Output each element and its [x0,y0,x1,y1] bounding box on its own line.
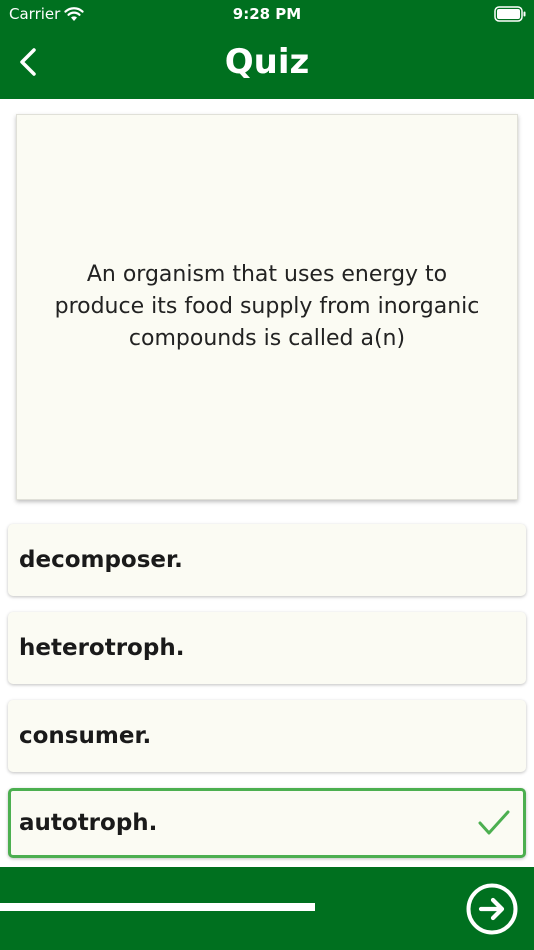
answer-option-2[interactable]: heterotroph. [8,612,526,684]
answer-label: decomposer. [19,547,183,573]
answer-option-1[interactable]: decomposer. [8,524,526,596]
answer-label: consumer. [19,723,152,749]
answer-label: autotroph. [19,810,158,836]
question-text: An organism that uses energy to produce … [54,262,480,351]
page-title: Quiz [224,42,310,82]
footer-bar [0,867,534,950]
answer-label: heterotroph. [19,635,185,661]
battery-icon [494,6,526,22]
question-card: An organism that uses energy to produce … [16,114,518,500]
app-header: Carrier 9:28 PM Quiz [0,0,534,99]
status-bar: Carrier 9:28 PM [0,0,534,28]
next-button[interactable] [466,883,518,935]
quiz-progress-fill [0,903,316,911]
answer-option-4[interactable]: autotroph. [8,788,526,858]
status-time: 9:28 PM [232,5,302,23]
answer-option-3[interactable]: consumer. [8,700,526,772]
quiz-progress-bar [0,903,316,911]
nav-bar: Quiz [0,28,534,99]
check-icon [478,810,510,835]
